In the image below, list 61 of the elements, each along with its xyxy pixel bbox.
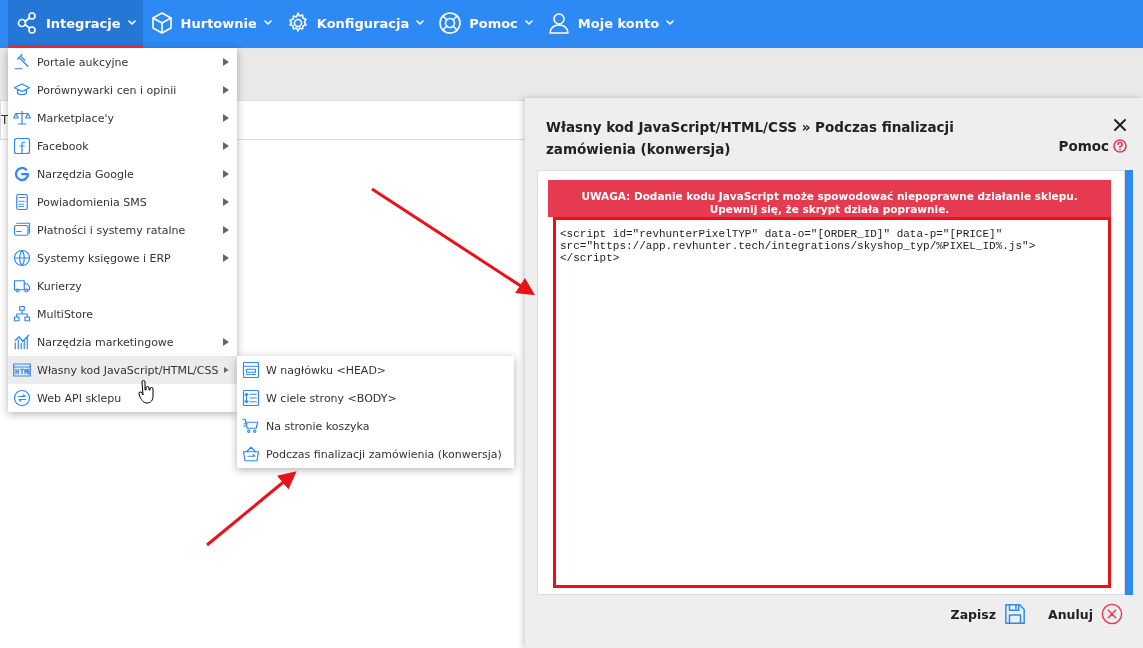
panel-title: Własny kod JavaScript/HTML/CSS » Podczas finalizacji zamówienia (konwersja)	[546, 118, 955, 159]
menu-item[interactable]: Kurierzy	[8, 272, 237, 300]
menu-item[interactable]: Web API sklepu	[8, 384, 237, 412]
menu-item[interactable]: MultiStore	[8, 300, 237, 328]
cancel-button[interactable]: Anuluj	[1048, 603, 1123, 625]
menu-item[interactable]: Narzędzia Google	[8, 160, 237, 188]
nav-menu-item[interactable]: Moje konto	[539, 0, 682, 48]
code-editor[interactable]: <script id="revhunterPixelTYP" data-o="[ORDER_ID]" data-p="[PRICE]" src="https://app.revhunter.tech/integrations/skyshop_typ/%PIXEL_ID%.js"> </script>	[553, 217, 1111, 588]
save-icon	[1004, 603, 1027, 625]
bar-chart-icon	[13, 333, 31, 351]
menu-item[interactable]: Powiadomienia SMS	[8, 188, 237, 216]
menu-item[interactable]: Na stronie koszyka	[237, 412, 514, 440]
scrollbar[interactable]	[1125, 170, 1133, 595]
cancel-icon	[1101, 603, 1123, 625]
lifebuoy-icon	[438, 11, 463, 35]
warning-banner: UWAGA: Dodanie kodu JavaScript może spowodować niepoprawne działanie sklepu. Upewnij się, że skrypt działa poprawnie.	[548, 180, 1111, 217]
network-icon	[15, 11, 39, 35]
nav-menu-item[interactable]: Hurtownie	[142, 0, 279, 48]
close-icon	[1113, 118, 1127, 132]
menu-item[interactable]: Portale aukcyjne	[8, 48, 237, 76]
box-icon	[149, 11, 174, 35]
menu-item[interactable]: W nagłówku <HEAD>	[237, 356, 514, 384]
menu-item[interactable]: Marketplace'y	[8, 104, 237, 132]
nav-menu-item[interactable]: Konfiguracja	[278, 0, 432, 48]
scales-icon	[13, 109, 31, 127]
layout-icon	[242, 361, 260, 379]
menu-item[interactable]: Facebook	[8, 132, 237, 160]
help-link[interactable]: Pomoc	[1058, 138, 1127, 154]
nav-menu-item[interactable]: Pomoc	[431, 0, 540, 48]
help-icon	[1113, 139, 1127, 153]
user-icon	[546, 11, 571, 35]
background-text: T	[1, 113, 9, 127]
save-button[interactable]: Zapisz	[950, 603, 1027, 625]
chevron-icon	[416, 20, 425, 26]
list-icon	[242, 389, 260, 407]
nav-menu-item[interactable]: Integracje	[8, 0, 143, 48]
chevron-icon	[127, 20, 136, 26]
chevron-icon	[524, 20, 533, 26]
menu-item[interactable]: Płatności i systemy ratalne	[8, 216, 237, 244]
close-button[interactable]	[1113, 118, 1127, 132]
globe-icon	[13, 249, 31, 267]
menu-item[interactable]: Własny kod JavaScript/HTML/CSS	[8, 356, 237, 384]
html-icon	[13, 361, 31, 379]
menu-item[interactable]: Porównywarki cen i opinii	[8, 76, 237, 104]
card-icon	[13, 221, 31, 239]
chevron-icon	[666, 20, 675, 26]
menu-item[interactable]: Podczas finalizacji zamówienia (konwersja)	[237, 440, 514, 468]
google-icon	[13, 165, 31, 183]
hand-cursor-icon	[137, 380, 155, 404]
chevron-icon	[263, 20, 272, 26]
sitemap-icon	[13, 305, 31, 323]
facebook-icon	[13, 137, 31, 155]
menu-item[interactable]: Systemy księgowe i ERP	[8, 244, 237, 272]
basket-icon	[242, 445, 260, 463]
gavel-icon	[13, 53, 31, 71]
menu-item[interactable]: Narzędzia marketingowe	[8, 328, 237, 356]
calculator-icon	[13, 193, 31, 211]
menu-item[interactable]: W ciele strony <BODY>	[237, 384, 514, 412]
cart-icon	[242, 417, 260, 435]
truck-icon	[13, 277, 31, 295]
sync-icon	[13, 389, 31, 407]
